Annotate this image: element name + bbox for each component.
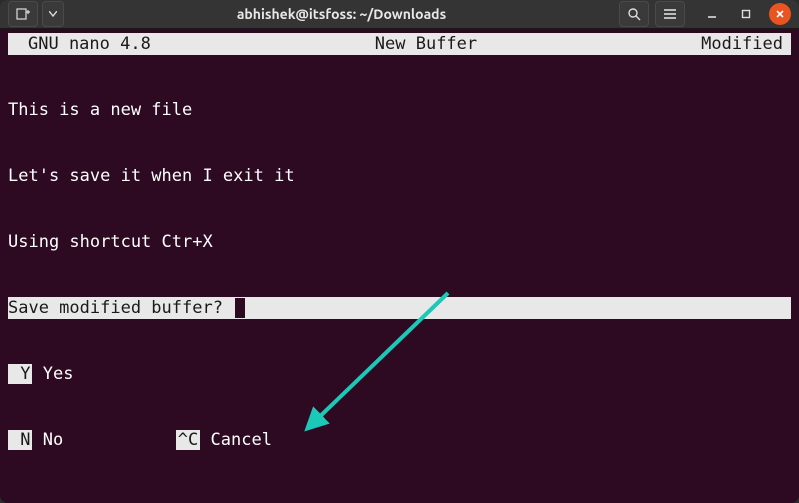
no-shortcut-label: No: [32, 430, 63, 450]
cancel-shortcut-label: Cancel: [200, 430, 272, 450]
help-spacing: [63, 430, 176, 450]
save-prompt-text: Save modified buffer?: [8, 297, 233, 319]
yes-shortcut-label: Yes: [32, 364, 73, 384]
tab-dropdown-button[interactable]: [42, 1, 64, 27]
no-shortcut-key: N: [8, 430, 32, 450]
hamburger-menu-button[interactable]: [655, 1, 685, 27]
minimize-icon: [707, 9, 717, 19]
new-tab-icon: [16, 7, 30, 21]
yes-shortcut-key: Y: [8, 364, 32, 384]
search-button[interactable]: [619, 1, 649, 27]
close-icon: [775, 9, 785, 19]
terminal-area[interactable]: GNU nano 4.8 New Buffer Modified This is…: [0, 29, 799, 503]
editor-line: Using shortcut Ctr+X: [8, 231, 791, 253]
editor-content: This is a new file Let's save it when I …: [8, 55, 791, 297]
cancel-shortcut-key: ^C: [176, 430, 200, 450]
nano-help-bar: Y Yes N No ^C Cancel: [8, 319, 791, 495]
window-titlebar: abhishek@itsfoss: ~/Downloads: [0, 0, 799, 29]
minimize-button[interactable]: [701, 3, 723, 25]
new-tab-button[interactable]: [8, 1, 38, 27]
nano-buffer-name: New Buffer: [151, 33, 701, 55]
editor-line: Let's save it when I exit it: [8, 165, 791, 187]
chevron-down-icon: [49, 11, 57, 17]
cursor: [235, 298, 245, 318]
editor-line: This is a new file: [8, 99, 791, 121]
nano-header-bar: GNU nano 4.8 New Buffer Modified: [8, 33, 791, 55]
hamburger-icon: [663, 8, 677, 20]
nano-version: GNU nano 4.8: [8, 33, 151, 55]
search-icon: [627, 7, 641, 21]
nano-modified-indicator: Modified: [701, 33, 791, 55]
close-button[interactable]: [769, 3, 791, 25]
window-title: abhishek@itsfoss: ~/Downloads: [72, 6, 611, 22]
save-prompt-bar: Save modified buffer?: [8, 297, 791, 319]
maximize-button[interactable]: [735, 3, 757, 25]
maximize-icon: [741, 9, 751, 19]
